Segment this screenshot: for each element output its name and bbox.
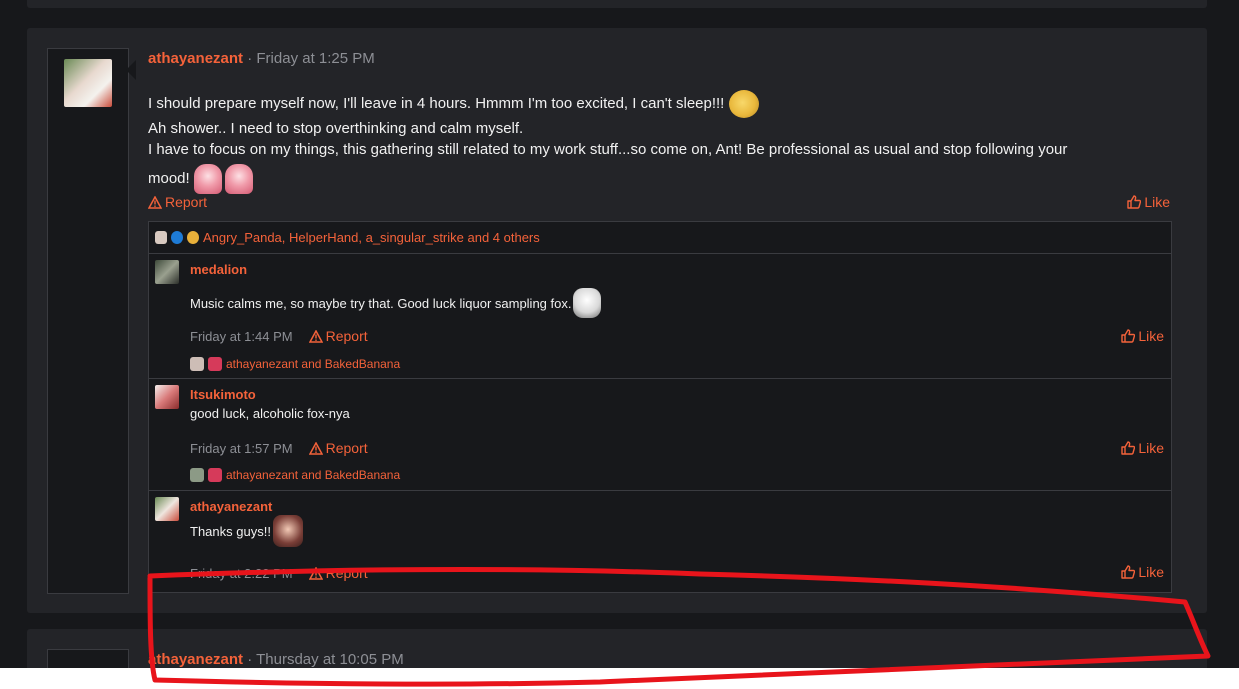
reaction-avatar-icon: [187, 231, 199, 244]
next-forum-post: athayanezant · Thursday at 10:05 PM: [27, 629, 1207, 670]
comment-avatar[interactable]: [155, 260, 179, 284]
comment-text: Music calms me, so maybe try that. Good …: [190, 295, 572, 311]
like-label: Like: [1138, 328, 1164, 344]
comment-text: Thanks guys!!: [190, 523, 271, 539]
post-line-2: Ah shower.. I need to stop overthinking …: [148, 120, 524, 137]
comment-author[interactable]: medalion: [190, 262, 247, 277]
report-link[interactable]: Report: [308, 328, 368, 344]
post-line-1: I should prepare myself now, I'll leave …: [148, 94, 725, 112]
saluting-girl-emoji-icon: [272, 515, 303, 547]
comment-reactions[interactable]: athayanezant and BakedBanana: [190, 357, 400, 371]
anime-girl-emoji-icon: [193, 164, 222, 194]
reaction-avatar-icon: [171, 231, 183, 244]
post-line-3: I have to focus on my things, this gathe…: [148, 141, 1068, 158]
like-button[interactable]: Like: [1121, 564, 1164, 580]
post-user-panel: [47, 48, 129, 594]
user-panel-arrow: [126, 60, 136, 80]
like-label: Like: [1138, 440, 1164, 456]
comment-item: medalion Music calms me, so maybe try th…: [149, 253, 1171, 379]
forum-post: athayanezant · Friday at 1:25 PM I shoul…: [27, 28, 1207, 613]
post-author[interactable]: athayanezant: [148, 50, 243, 67]
reaction-avatar-icon: [208, 357, 222, 371]
comment-date[interactable]: Friday at 1:44 PM: [190, 329, 293, 344]
comment-avatar[interactable]: [155, 385, 179, 409]
warning-icon: [148, 195, 162, 209]
comment-text-row: good luck, alcoholic fox-nya: [190, 406, 350, 421]
report-link[interactable]: Report: [148, 194, 207, 210]
comment-author[interactable]: athayanezant: [190, 499, 272, 514]
comment-date[interactable]: Friday at 1:57 PM: [190, 441, 293, 456]
post-reactions[interactable]: Angry_Panda, HelperHand, a_singular_stri…: [155, 230, 540, 245]
post-date[interactable]: Friday at 1:25 PM: [256, 50, 374, 67]
thumbs-up-icon: [1121, 441, 1136, 455]
psyduck-emoji-icon: [728, 90, 759, 118]
page-bottom-strip: [0, 668, 1239, 689]
warning-icon: [308, 566, 323, 580]
like-label: Like: [1138, 564, 1164, 580]
report-label: Report: [165, 194, 208, 210]
thumbs-up-icon: [1127, 195, 1142, 209]
like-button[interactable]: Like: [1121, 328, 1164, 344]
like-button[interactable]: Like: [1127, 194, 1170, 210]
thumbs-up-icon: [1121, 565, 1136, 579]
report-label: Report: [325, 440, 368, 456]
comment-text-row: Music calms me, so maybe try that. Good …: [190, 288, 602, 318]
reactions-text[interactable]: Angry_Panda, HelperHand, a_singular_stri…: [203, 230, 540, 245]
comment-meta: Friday at 1:57 PM Report: [190, 440, 368, 456]
post-actions: Report Like: [148, 194, 1170, 212]
comment-avatar[interactable]: [155, 497, 179, 521]
report-label: Report: [325, 565, 368, 581]
post-author[interactable]: athayanezant: [148, 651, 243, 668]
comment-meta: Friday at 2:22 PM Report: [190, 565, 368, 581]
post-line-4: mood!: [148, 169, 190, 187]
comment-author[interactable]: Itsukimoto: [190, 387, 256, 402]
warning-icon: [308, 329, 323, 343]
comment-meta: Friday at 1:44 PM Report: [190, 328, 368, 344]
thumbs-up-icon: [1121, 329, 1136, 343]
comment-text-row: Thanks guys!!: [190, 515, 303, 547]
like-label: Like: [1144, 194, 1170, 210]
post-header: athayanezant · Thursday at 10:05 PM: [148, 651, 404, 668]
post-body: I should prepare myself now, I'll leave …: [148, 86, 1148, 194]
comments-block: Angry_Panda, HelperHand, a_singular_stri…: [148, 221, 1172, 593]
reaction-avatar-icon: [208, 468, 222, 482]
comment-date[interactable]: Friday at 2:22 PM: [190, 566, 293, 581]
post-header: athayanezant · Friday at 1:25 PM: [148, 50, 375, 67]
anime-emoji-icon: [573, 288, 602, 318]
report-link[interactable]: Report: [308, 565, 368, 581]
comment-item: Itsukimoto good luck, alcoholic fox-nya …: [149, 378, 1171, 491]
report-link[interactable]: Report: [308, 440, 368, 456]
comment-reactions[interactable]: athayanezant and BakedBanana: [190, 468, 400, 482]
warning-icon: [308, 441, 323, 455]
like-button[interactable]: Like: [1121, 440, 1164, 456]
previous-post-card: [27, 0, 1207, 8]
author-avatar[interactable]: [64, 59, 112, 107]
comment-item: athayanezant Thanks guys!! Friday at 2:2…: [149, 490, 1171, 592]
reaction-avatar-icon: [190, 468, 204, 482]
post-date[interactable]: Thursday at 10:05 PM: [256, 651, 404, 668]
post-user-panel: [47, 649, 129, 670]
reaction-avatar-icon: [190, 357, 204, 371]
comment-text: good luck, alcoholic fox-nya: [190, 406, 350, 421]
anime-girl-emoji-icon: [224, 164, 253, 194]
reaction-avatar-icon: [155, 231, 167, 244]
reactions-text: athayanezant and BakedBanana: [226, 468, 401, 482]
report-label: Report: [325, 328, 368, 344]
reactions-text: athayanezant and BakedBanana: [226, 357, 401, 371]
